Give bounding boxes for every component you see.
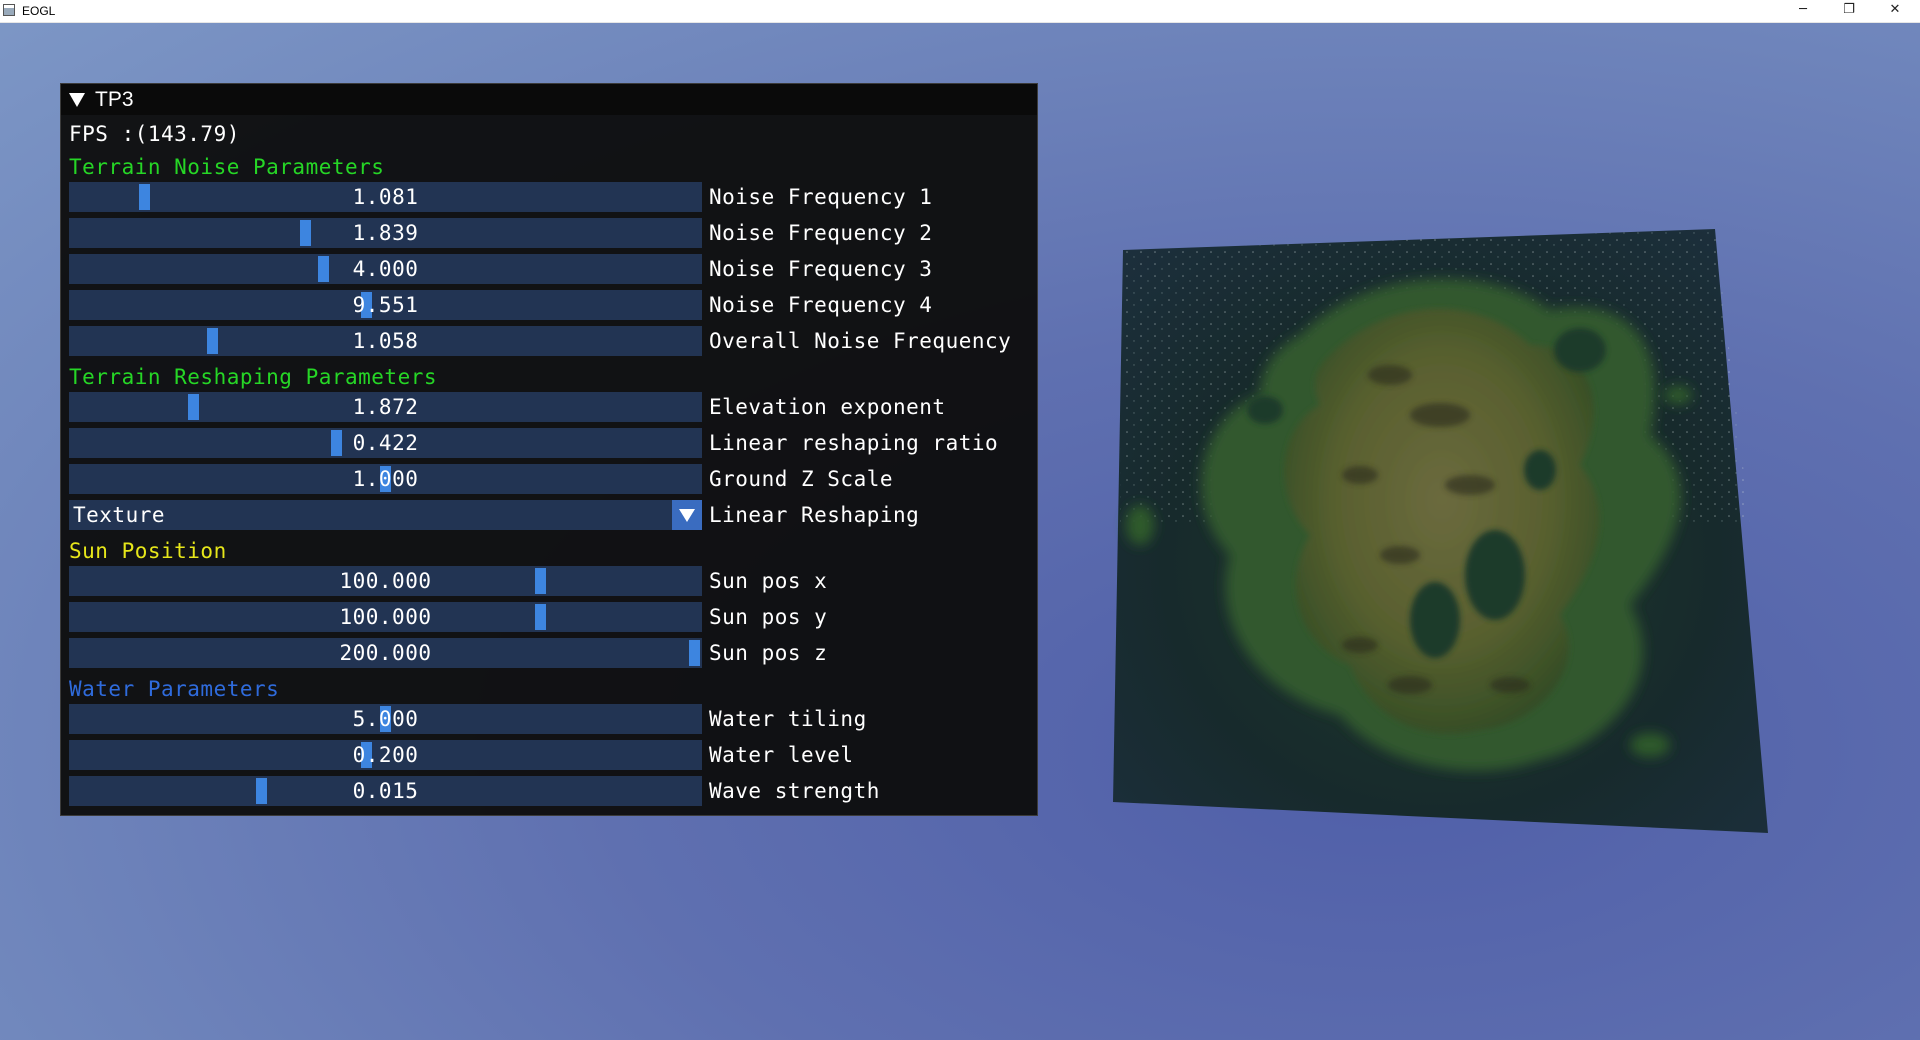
section-water-parameters: Water Parameters: [69, 677, 280, 701]
section-sun-position: Sun Position: [69, 539, 227, 563]
panel-header[interactable]: TP3: [61, 84, 1037, 115]
slider-label: Water level: [709, 743, 854, 767]
collapse-triangle-icon[interactable]: [69, 93, 85, 107]
slider-row: 100.000 Sun pos x: [69, 566, 1035, 598]
slider-label: Noise Frequency 1: [709, 185, 933, 209]
slider-value: 4.000: [352, 257, 419, 281]
slider-value: 1.081: [352, 185, 419, 209]
slider-value: 0.200: [352, 743, 419, 767]
slider-track[interactable]: 200.000: [69, 638, 702, 668]
slider-track[interactable]: 1.000: [69, 464, 702, 494]
slider-track[interactable]: 1.839: [69, 218, 702, 248]
chevron-down-icon: [679, 509, 695, 522]
slider-row: 1.000 Ground Z Scale: [69, 464, 1035, 496]
slider-row: 0.422 Linear reshaping ratio: [69, 428, 1035, 460]
panel-title: TP3: [95, 88, 134, 111]
combo-arrow-button[interactable]: [672, 500, 702, 530]
slider-value: 1.839: [352, 221, 419, 245]
slider-row: 100.000 Sun pos y: [69, 602, 1035, 634]
slider-label: Ground Z Scale: [709, 467, 894, 491]
slider-track[interactable]: 4.000: [69, 254, 702, 284]
slider-label: Sun pos y: [709, 605, 828, 629]
slider-label: Noise Frequency 4: [709, 293, 933, 317]
slider-row: 9.551 Noise Frequency 4: [69, 290, 1035, 322]
slider-row: 1.058 Overall Noise Frequency: [69, 326, 1035, 358]
slider-row: 1.081 Noise Frequency 1: [69, 182, 1035, 214]
slider-row: 0.015 Wave strength: [69, 776, 1035, 808]
slider-value: 9.551: [352, 293, 419, 317]
slider-row: 200.000 Sun pos z: [69, 638, 1035, 670]
slider-value: 1.058: [352, 329, 419, 353]
section-terrain-noise: Terrain Noise Parameters: [69, 155, 385, 179]
slider-label: Noise Frequency 2: [709, 221, 933, 245]
slider-value: 100.000: [339, 569, 432, 593]
slider-row: 1.839 Noise Frequency 2: [69, 218, 1035, 250]
slider-value: 1.000: [352, 467, 419, 491]
section-terrain-reshaping: Terrain Reshaping Parameters: [69, 365, 438, 389]
restore-button[interactable]: ❐: [1826, 0, 1872, 22]
slider-track[interactable]: 1.872: [69, 392, 702, 422]
slider-track[interactable]: 9.551: [69, 290, 702, 320]
slider-label: Overall Noise Frequency: [709, 329, 1012, 353]
slider-label: Noise Frequency 3: [709, 257, 933, 281]
close-button[interactable]: ✕: [1872, 0, 1918, 22]
texture-combo[interactable]: Texture: [69, 500, 702, 530]
slider-value: 0.422: [352, 431, 419, 455]
slider-track[interactable]: 1.081: [69, 182, 702, 212]
window-title: EOGL: [22, 4, 56, 18]
slider-label: Elevation exponent: [709, 395, 946, 419]
fps-readout: FPS :(143.79): [69, 122, 240, 146]
slider-value: 1.872: [352, 395, 419, 419]
slider-track[interactable]: 5.000: [69, 704, 702, 734]
slider-label: Wave strength: [709, 779, 880, 803]
slider-row: 0.200 Water level: [69, 740, 1035, 772]
slider-track[interactable]: 0.200: [69, 740, 702, 770]
slider-value: 100.000: [339, 605, 432, 629]
slider-row: 5.000 Water tiling: [69, 704, 1035, 736]
slider-label: Sun pos z: [709, 641, 828, 665]
slider-track[interactable]: 100.000: [69, 566, 702, 596]
slider-track[interactable]: 0.422: [69, 428, 702, 458]
slider-label: Linear reshaping ratio: [709, 431, 999, 455]
slider-label: Sun pos x: [709, 569, 828, 593]
slider-value: 5.000: [352, 707, 419, 731]
app-icon: [3, 4, 15, 16]
minimize-button[interactable]: ─: [1780, 0, 1826, 22]
slider-track[interactable]: 100.000: [69, 602, 702, 632]
slider-label: Water tiling: [709, 707, 867, 731]
slider-track[interactable]: 1.058: [69, 326, 702, 356]
terrain-render-icon: [1113, 229, 1768, 833]
tp3-panel: TP3 FPS :(143.79) Terrain Noise Paramete…: [60, 83, 1038, 816]
slider-track[interactable]: 0.015: [69, 776, 702, 806]
combo-label: Linear Reshaping: [709, 503, 920, 527]
combo-row: Texture Linear Reshaping: [69, 500, 1035, 532]
window-titlebar: EOGL ─ ❐ ✕: [0, 0, 1920, 23]
slider-value: 200.000: [339, 641, 432, 665]
slider-row: 1.872 Elevation exponent: [69, 392, 1035, 424]
combo-selected-value: Texture: [73, 503, 166, 527]
slider-row: 4.000 Noise Frequency 3: [69, 254, 1035, 286]
slider-value: 0.015: [352, 779, 419, 803]
terrain-viewport[interactable]: [1110, 225, 1770, 835]
